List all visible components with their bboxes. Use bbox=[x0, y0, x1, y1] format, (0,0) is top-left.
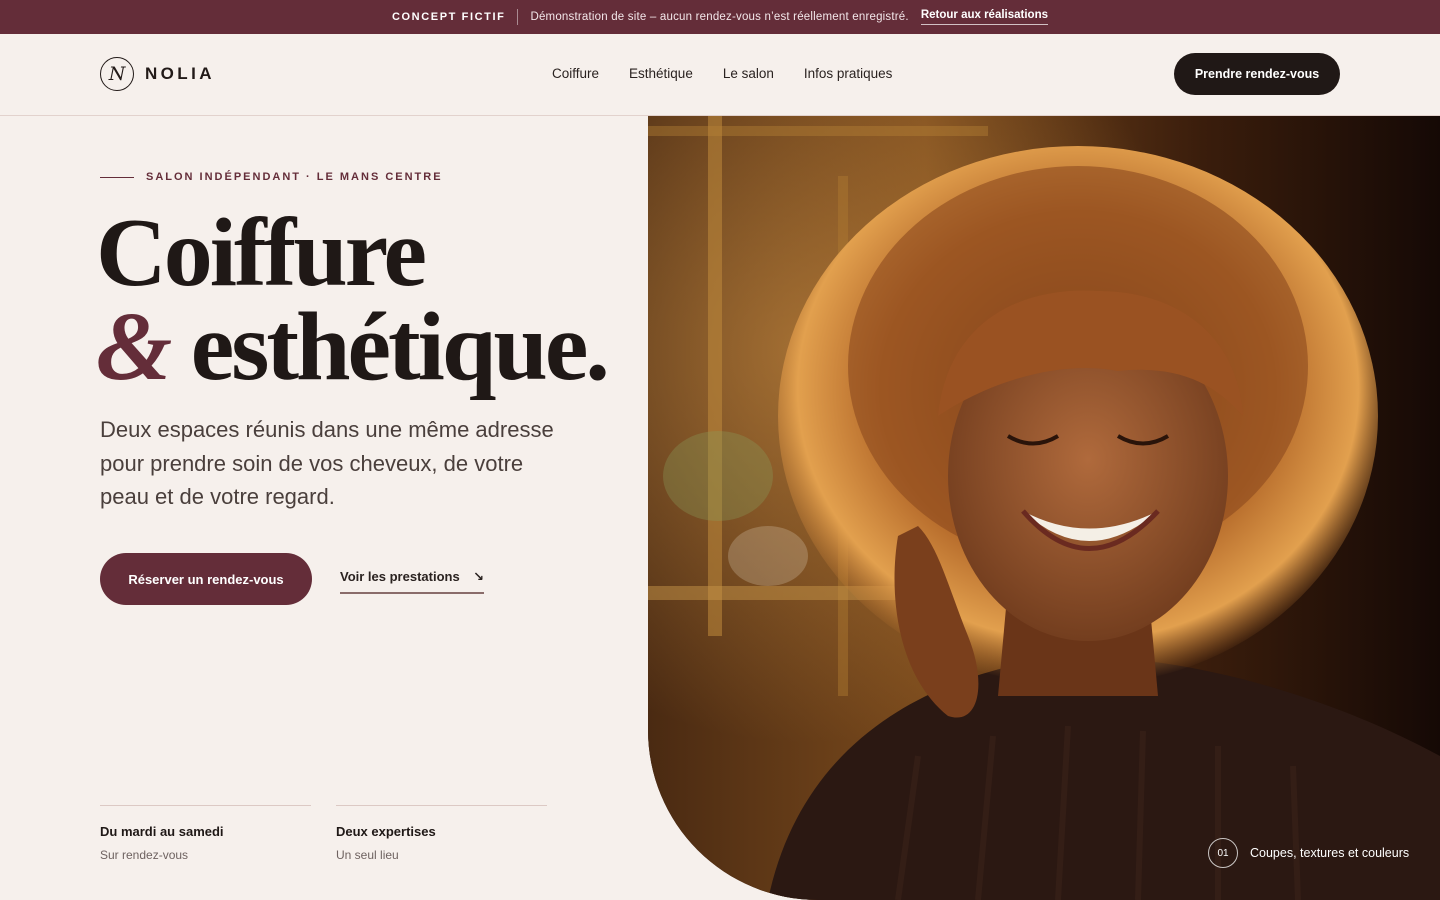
hero-photo bbox=[648, 116, 1440, 900]
hero-title-ampersand: & bbox=[96, 293, 172, 401]
view-services-link[interactable]: Voir les prestations ↘ bbox=[340, 569, 484, 594]
hero-eyebrow: SALON INDÉPENDANT · LE MANS CENTRE bbox=[100, 171, 443, 183]
nav-item-infos-pratiques[interactable]: Infos pratiques bbox=[804, 66, 893, 81]
back-to-portfolio-link[interactable]: Retour aux réalisations bbox=[920, 9, 1048, 25]
nav-item-le-salon[interactable]: Le salon bbox=[723, 66, 774, 81]
feature-expertises: Deux expertises Un seul lieu bbox=[336, 805, 547, 862]
banner-divider bbox=[517, 9, 519, 25]
caption-text: Coupes, textures et couleurs bbox=[1250, 846, 1410, 860]
eyebrow-line bbox=[100, 176, 134, 178]
logo-mark-icon: N bbox=[100, 57, 134, 91]
arrow-down-right-icon: ↘ bbox=[473, 569, 484, 584]
main-nav: Coiffure Esthétique Le salon Infos prati… bbox=[552, 66, 922, 81]
hero-title-line1: Coiffure bbox=[96, 199, 427, 307]
feature-title: Deux expertises bbox=[336, 824, 436, 839]
feature-title: Du mardi au samedi bbox=[100, 824, 224, 839]
view-services-label: Voir les prestations bbox=[340, 569, 460, 584]
concept-tag: CONCEPT FICTIF bbox=[391, 11, 506, 23]
top-banner: CONCEPT FICTIF Démonstration de site – a… bbox=[0, 0, 1440, 34]
hero-photo-illustration bbox=[648, 116, 1440, 900]
hero-lead: Deux espaces réunis dans une même adress… bbox=[100, 417, 554, 509]
caption-number: 01 bbox=[1208, 838, 1238, 868]
nav-item-esthetique[interactable]: Esthétique bbox=[629, 66, 693, 81]
reserve-button[interactable]: Réserver un rendez-vous bbox=[100, 553, 312, 605]
image-caption: 01 Coupes, textures et couleurs bbox=[1208, 838, 1409, 868]
logo-text: NOLIA bbox=[145, 64, 215, 83]
nav-item-coiffure[interactable]: Coiffure bbox=[552, 66, 599, 81]
feature-hours: Du mardi au samedi Sur rendez-vous bbox=[100, 805, 311, 862]
site-header: N NOLIA Coiffure Esthétique Le salon Inf… bbox=[0, 34, 1440, 116]
feature-subtitle: Sur rendez-vous bbox=[100, 848, 189, 862]
logo[interactable]: N NOLIA bbox=[100, 57, 215, 91]
banner-message: Démonstration de site – aucun rendez-vou… bbox=[530, 11, 909, 23]
hero-title: Coiffure & esthétique. bbox=[96, 204, 610, 396]
feature-subtitle: Un seul lieu bbox=[336, 848, 399, 862]
eyebrow-text: SALON INDÉPENDANT · LE MANS CENTRE bbox=[146, 171, 443, 183]
book-appointment-button[interactable]: Prendre rendez-vous bbox=[1174, 53, 1340, 95]
hero-title-line2: esthétique. bbox=[190, 293, 610, 401]
